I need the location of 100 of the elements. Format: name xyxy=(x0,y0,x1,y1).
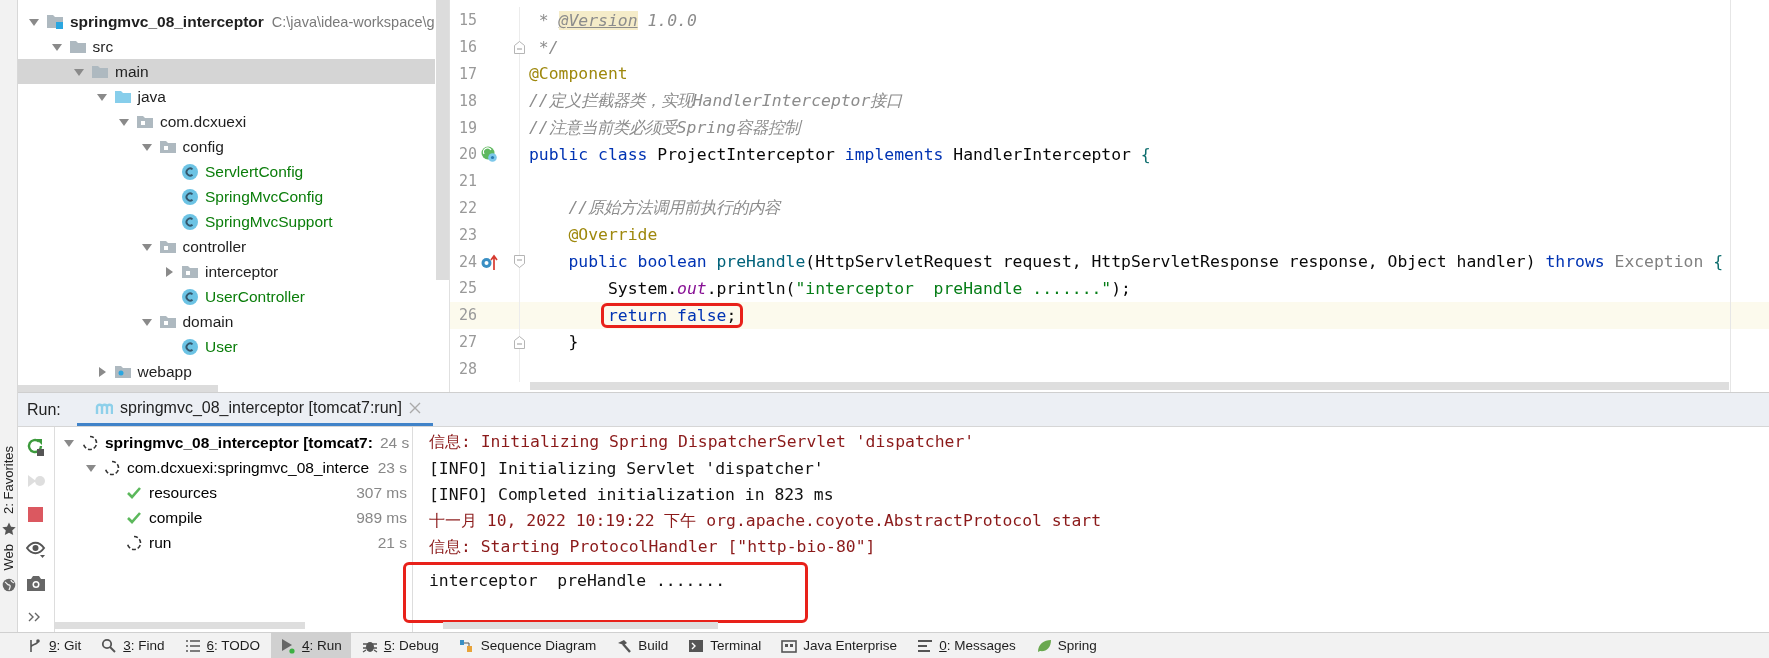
tool-window-tab[interactable]: Java Enterprise xyxy=(772,633,907,658)
class-icon xyxy=(181,162,199,181)
tree-row[interactable]: controller xyxy=(18,234,435,259)
tree-item-label[interactable]: domain xyxy=(182,312,234,331)
tree-row[interactable]: SpringMvcSupport xyxy=(18,209,435,234)
tree-item-label[interactable]: interceptor xyxy=(205,262,279,281)
eye-icon[interactable] xyxy=(26,539,46,559)
camera-icon[interactable] xyxy=(26,573,46,593)
tool-window-tab[interactable]: 0: Messages xyxy=(908,633,1025,658)
rerun-icon[interactable] xyxy=(26,437,46,457)
scrollbar[interactable] xyxy=(443,622,718,629)
tree-item-label[interactable]: main xyxy=(115,62,149,81)
tool-window-tab[interactable]: Build xyxy=(607,633,678,658)
tree-item-label[interactable]: UserController xyxy=(205,287,305,306)
duration: 307 ms xyxy=(356,483,408,502)
line-number: 15 xyxy=(457,11,477,30)
run-tab[interactable]: springmvc_08_interceptor [tomcat7:run] xyxy=(77,393,433,426)
duration: 989 ms xyxy=(356,508,408,527)
tool-window-tab[interactable]: 3: Find xyxy=(92,633,174,658)
run-step[interactable]: com.dcxuexi:springmvc_08_interce xyxy=(127,458,371,477)
line-number: 16 xyxy=(457,38,477,57)
tree-item-label[interactable]: config xyxy=(182,137,224,156)
run-step[interactable]: springmvc_08_interceptor [tomcat7: xyxy=(105,433,373,452)
console-line: 信息: Initializing Spring DispatcherServlet 'dispatcher' xyxy=(429,431,976,454)
tree-row[interactable]: User xyxy=(18,334,435,359)
tree-row[interactable]: interceptor xyxy=(18,259,435,284)
run-config-icon xyxy=(95,401,113,415)
tree-row[interactable]: SpringMvcConfig xyxy=(18,184,435,209)
tool-window-tab[interactable]: 6: TODO xyxy=(175,633,270,658)
tree-item-label[interactable]: java xyxy=(137,87,166,106)
fold-icon[interactable] xyxy=(514,255,525,269)
todo-icon xyxy=(184,637,201,654)
tree-row[interactable]: webapp xyxy=(18,359,435,384)
tree-row[interactable]: src xyxy=(18,34,435,59)
messages-icon xyxy=(917,637,934,654)
tree-item-label[interactable]: SpringMvcSupport xyxy=(205,212,333,231)
build-icon xyxy=(616,637,633,654)
tree-row[interactable]: java xyxy=(18,84,435,109)
line-number: 28 xyxy=(457,359,477,378)
class-icon xyxy=(181,187,199,206)
code-text: public boolean preHandle(HttpServletRequest request, HttpServletResponse response, Object handler) throws Exception { xyxy=(567,252,1724,272)
stop-icon[interactable] xyxy=(26,505,46,525)
run-step[interactable]: resources xyxy=(149,483,350,502)
module-icon xyxy=(46,12,64,31)
tool-window-tab[interactable]: 4: Run xyxy=(271,633,351,658)
star-icon xyxy=(1,521,16,536)
tool-window-tab[interactable]: 9: Git xyxy=(18,633,91,658)
line-number: 27 xyxy=(457,332,477,351)
expand-arrow-icon[interactable] xyxy=(163,265,175,278)
spring-icon xyxy=(1035,637,1052,654)
line-number: 17 xyxy=(457,65,477,83)
diagram-icon xyxy=(458,637,475,654)
tool-window-tab[interactable]: Sequence Diagram xyxy=(449,633,606,658)
tool-window-tab[interactable]: 5: Debug xyxy=(352,633,448,658)
fold-icon[interactable] xyxy=(514,335,525,349)
scrollbar[interactable] xyxy=(436,0,449,280)
scrollbar[interactable] xyxy=(530,382,1729,390)
console-line: interceptor preHandle ....... xyxy=(429,570,726,593)
overrides-icon[interactable] xyxy=(480,252,498,271)
fold-icon[interactable] xyxy=(514,40,525,54)
scrollbar[interactable] xyxy=(18,385,218,392)
tree-item-label[interactable]: src xyxy=(92,37,114,56)
tool-window-tab[interactable]: Terminal xyxy=(679,633,771,658)
code-text: @Component xyxy=(529,64,628,84)
tree-row[interactable]: domain xyxy=(18,309,435,334)
console-line: [INFO] Initializing Servlet 'dispatcher' xyxy=(429,457,825,480)
tree-row[interactable]: springmvc_08_interceptor C:\java\idea-workspace\g xyxy=(18,9,435,34)
tree-row[interactable]: com.dcxuexi xyxy=(18,109,435,134)
implemented-icon[interactable] xyxy=(480,145,498,164)
line-number: 23 xyxy=(457,225,477,244)
favorites-tool-tab[interactable]: 2: Favorites xyxy=(1,445,16,514)
code-text: public class ProjectInterceptor implements HandlerInterceptor { xyxy=(529,144,1151,164)
tree-item-label[interactable]: User xyxy=(205,337,238,356)
duration: 23 s xyxy=(377,458,408,477)
code-text: */ xyxy=(537,37,559,57)
duration: 24 s xyxy=(379,433,411,452)
run-step[interactable]: run xyxy=(149,533,371,552)
tree-row[interactable]: UserController xyxy=(18,284,435,309)
run-step[interactable]: compile xyxy=(149,508,350,527)
console-line: 信息: Starting ProtocolHandler ["http-bio-80"] xyxy=(429,536,877,559)
tree-row[interactable]: main xyxy=(18,59,435,84)
tool-window-tab[interactable]: Spring xyxy=(1026,633,1106,658)
tree-row[interactable]: ServlertConfig xyxy=(18,159,435,184)
tree-item-label[interactable]: ServlertConfig xyxy=(205,162,304,181)
tree-item-label[interactable]: com.dcxuexi xyxy=(160,112,247,131)
line-number: 19 xyxy=(457,118,477,137)
line-number: 25 xyxy=(457,279,477,298)
line-number: 18 xyxy=(457,91,477,110)
code-text: //定义拦截器类，实现HandlerInterceptor接口 xyxy=(529,89,903,112)
find-icon xyxy=(101,637,118,654)
code-text: //原始方法调用前执行的内容 xyxy=(567,196,781,219)
web-tool-tab[interactable]: Web xyxy=(1,543,16,570)
line-number: 20 xyxy=(457,145,477,164)
close-icon[interactable] xyxy=(408,402,421,414)
tree-item-label[interactable]: springmvc_08_interceptor xyxy=(70,12,264,31)
tree-row[interactable]: config xyxy=(18,134,435,159)
scrollbar[interactable] xyxy=(55,622,305,629)
tree-item-label[interactable]: controller xyxy=(182,237,247,256)
tree-item-label[interactable]: webapp xyxy=(137,362,192,381)
tree-item-label[interactable]: SpringMvcConfig xyxy=(205,187,324,206)
